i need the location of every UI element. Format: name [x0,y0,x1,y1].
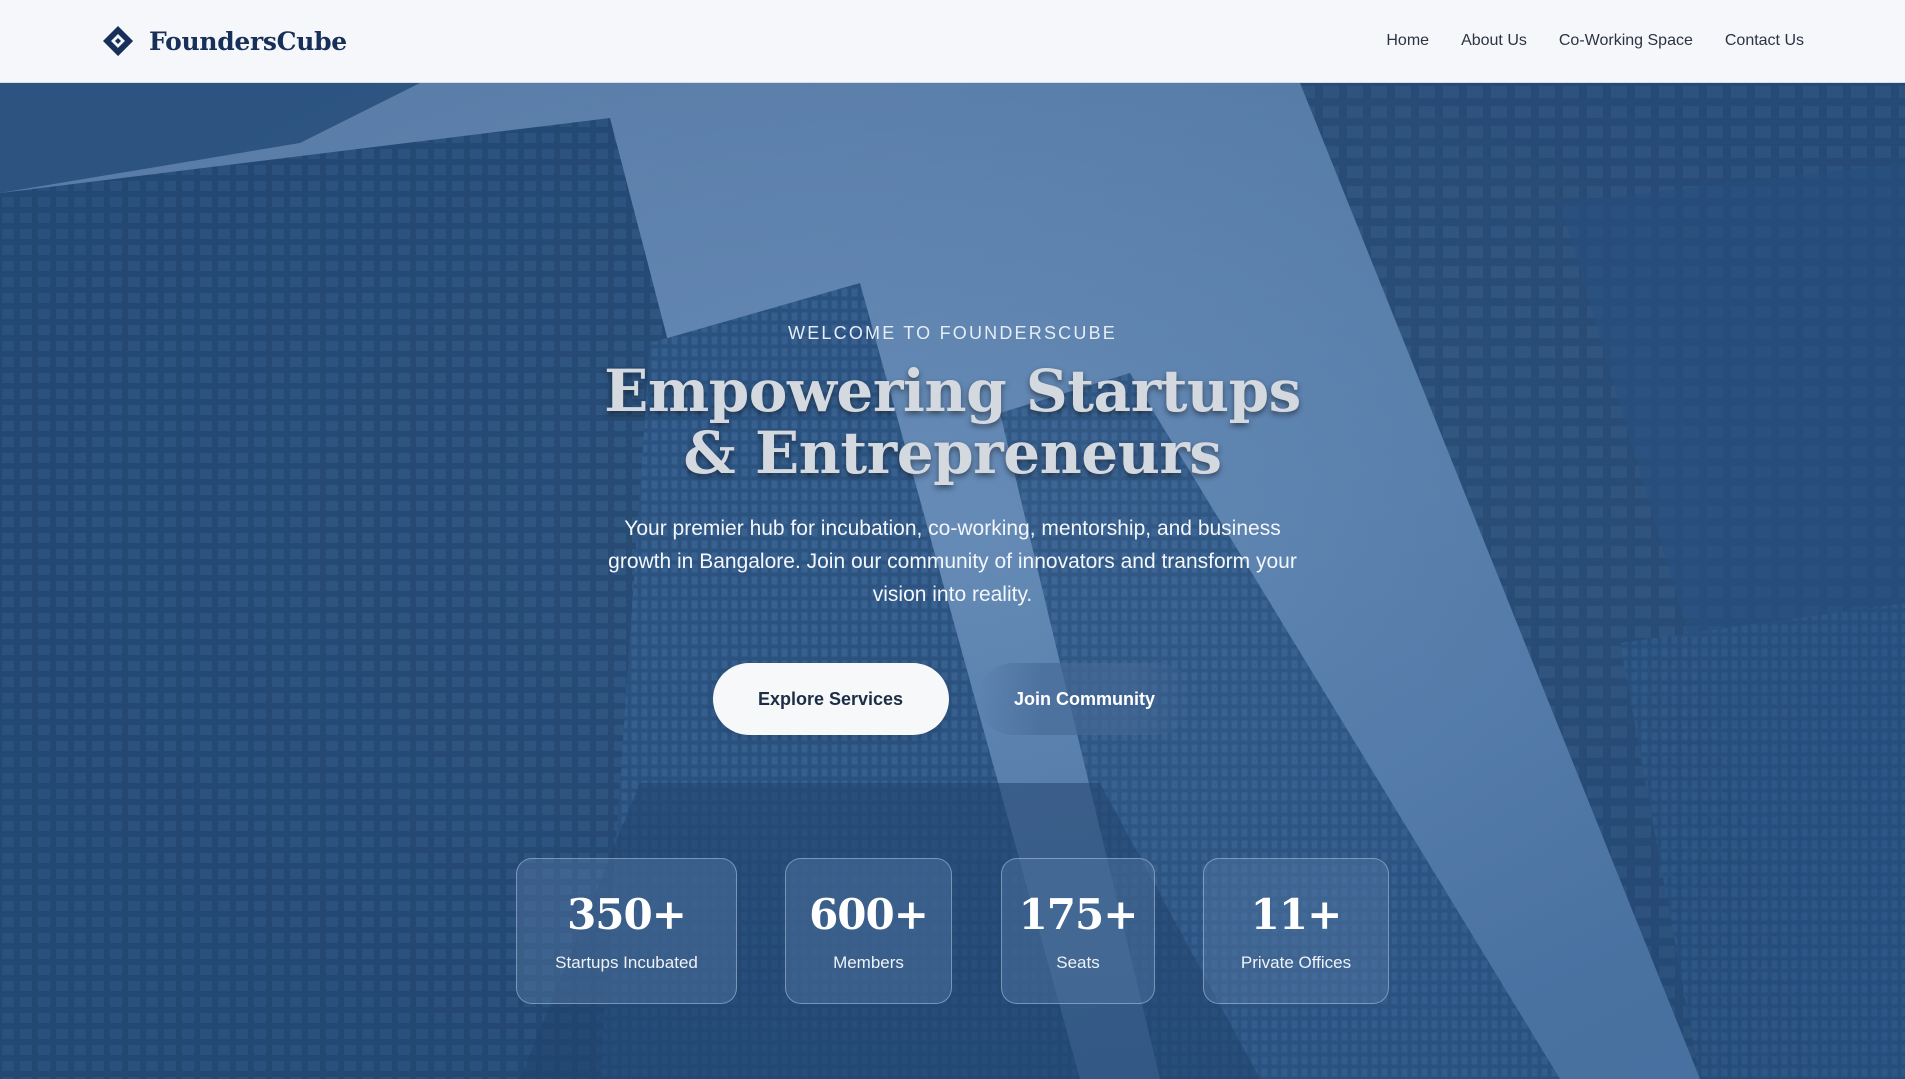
stat-value: 11+ [1250,889,1343,939]
hero-subtitle: Your premier hub for incubation, co-work… [608,517,1297,606]
primary-nav: Home About Us Co-Working Space Contact U… [1386,32,1804,50]
hero-title: Empowering Startups & Entrepreneurs [604,357,1301,487]
hero-content: WELCOME TO FOUNDERSCUBE Empowering Start… [0,83,1905,735]
stat-card-private-offices: 11+ Private Offices [1203,858,1389,1004]
diamond-logo-icon [103,26,133,56]
explore-services-button[interactable]: Explore Services [712,663,949,735]
top-navbar: FoundersCube Home About Us Co-Working Sp… [0,0,1905,83]
stat-label: Startups Incubated [555,952,698,972]
nav-co-working-space[interactable]: Co-Working Space [1559,32,1693,50]
brand-link[interactable]: FoundersCube [101,24,347,58]
stat-card-seats: 175+ Seats [1001,858,1155,1004]
stat-value: 600+ [809,889,929,939]
nav-home[interactable]: Home [1386,32,1429,50]
stat-label: Members [833,952,904,972]
stat-value: 350+ [567,889,687,939]
stat-label: Seats [1056,952,1100,972]
stat-card-members: 600+ Members [785,858,952,1004]
hero-eyebrow: WELCOME TO FOUNDERSCUBE [788,323,1117,343]
stat-card-startups: 350+ Startups Incubated [516,858,737,1004]
stats-row: 350+ Startups Incubated 600+ Members 175… [0,858,1905,1004]
stat-label: Private Offices [1240,952,1352,972]
hero-cta-row: Explore Services Join Community [712,663,1193,735]
nav-contact-us[interactable]: Contact Us [1725,32,1804,50]
stat-value: 175+ [1018,889,1139,939]
nav-about-us[interactable]: About Us [1461,32,1527,50]
brand-name: FoundersCube [149,26,347,56]
join-community-button[interactable]: Join Community [976,663,1193,735]
hero-section: WELCOME TO FOUNDERSCUBE Empowering Start… [0,83,1905,1079]
